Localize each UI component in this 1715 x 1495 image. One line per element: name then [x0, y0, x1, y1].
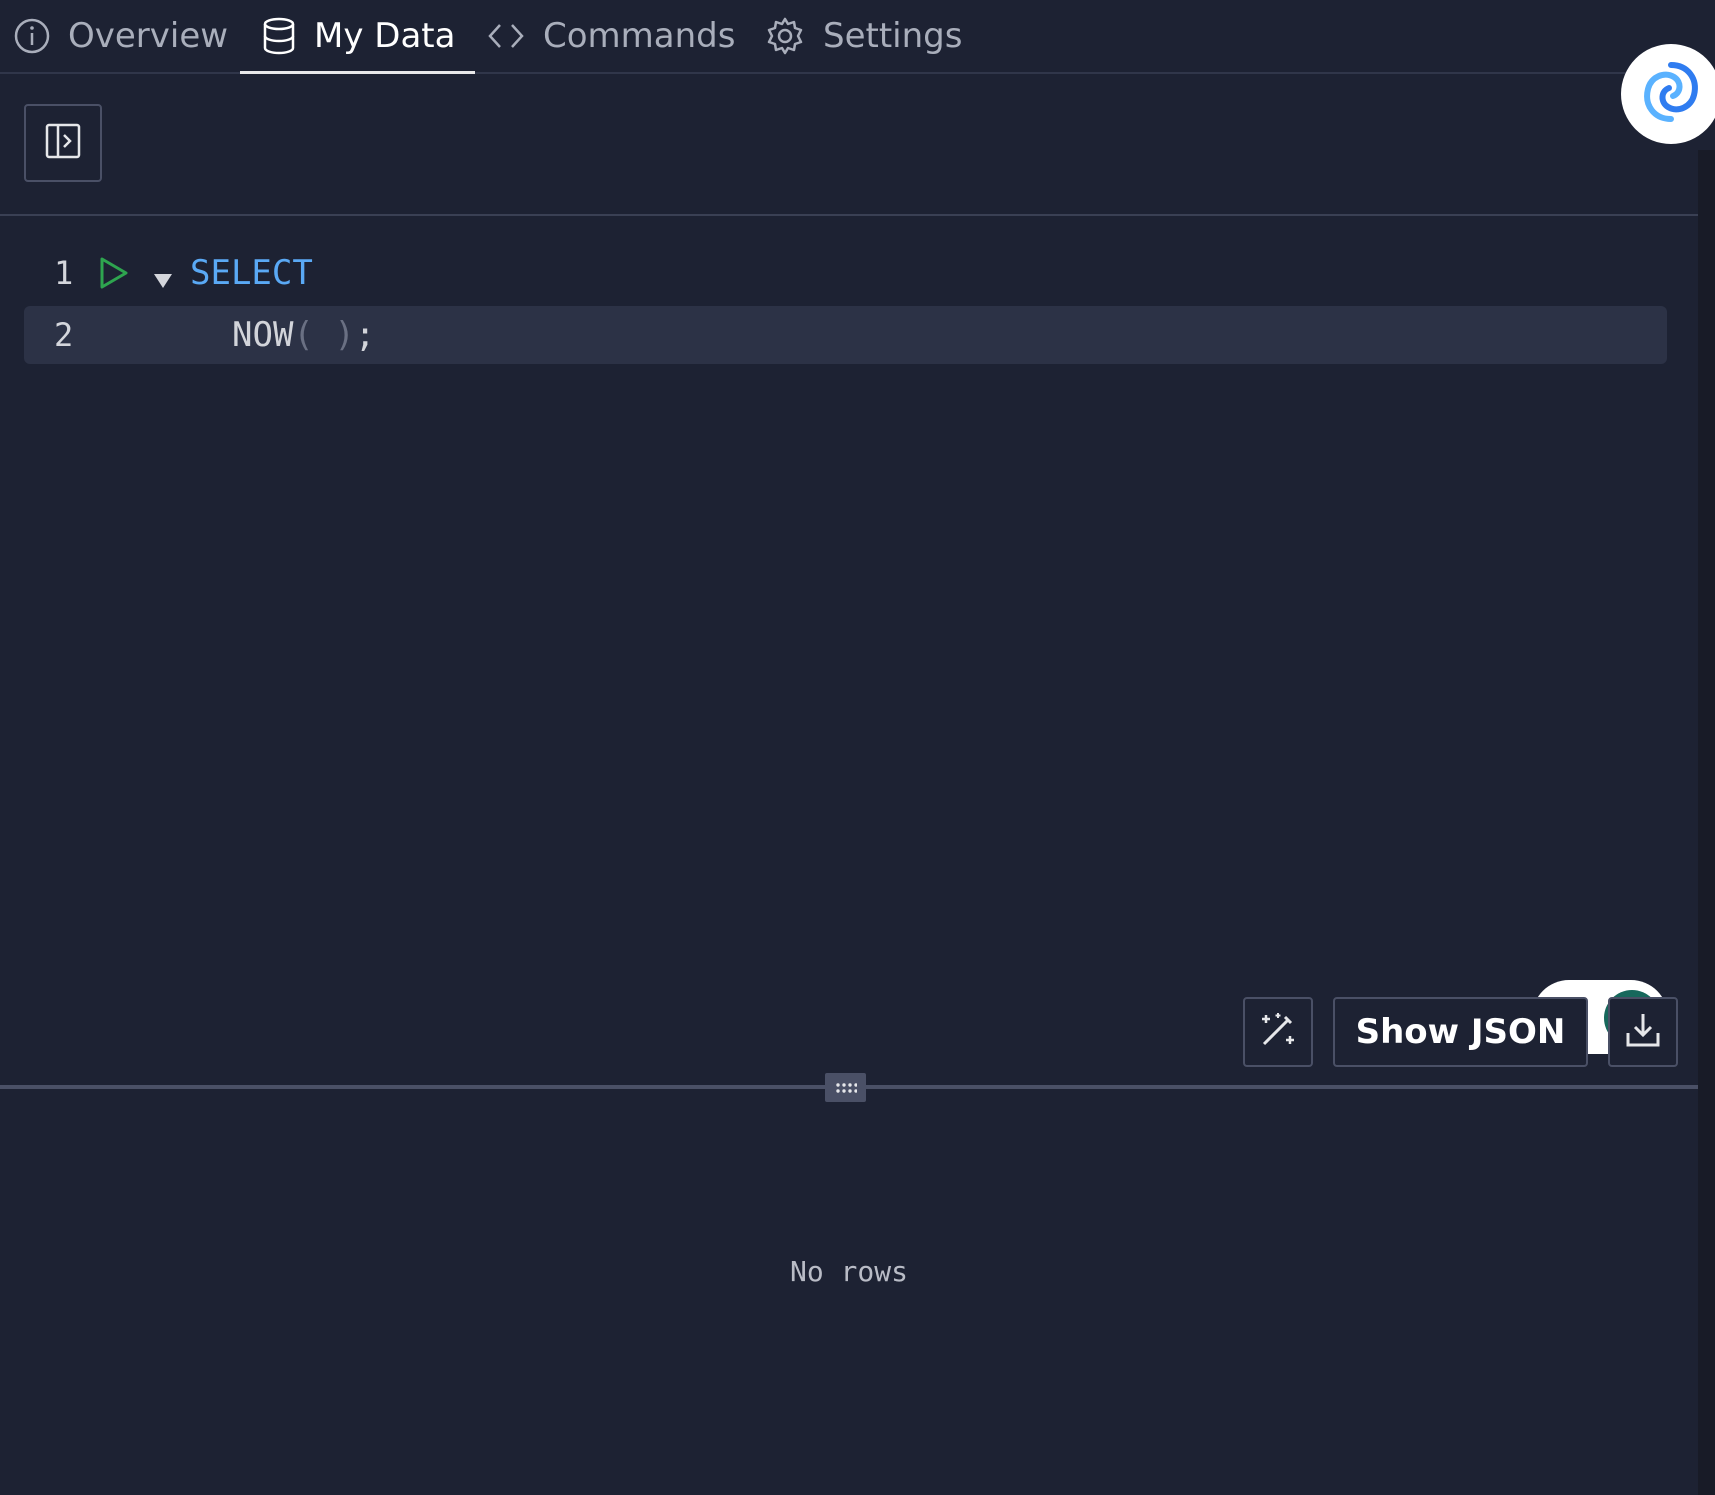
tab-commands[interactable]: Commands — [487, 0, 735, 72]
statement-terminator: ; — [354, 315, 376, 355]
download-icon — [1624, 1011, 1662, 1053]
sidebar-toggle-button[interactable] — [24, 104, 102, 182]
fold-toggle-icon[interactable] — [152, 260, 174, 300]
code-line-1[interactable]: 1 SELECT — [24, 244, 1667, 302]
open-paren: ( — [293, 315, 314, 355]
gear-icon — [765, 16, 805, 56]
sql-expression: NOW( ); — [232, 315, 375, 355]
line-number: 1 — [54, 254, 74, 292]
info-icon — [14, 18, 50, 54]
toolbar-divider — [0, 214, 1698, 216]
assistant-launcher[interactable] — [1621, 44, 1715, 144]
drag-handle-icon[interactable] — [825, 1073, 866, 1102]
expand-panel-icon — [45, 123, 81, 163]
magic-wand-icon — [1258, 1010, 1298, 1054]
tab-my-data[interactable]: My Data — [240, 0, 476, 74]
database-icon — [262, 17, 296, 55]
tab-my-data-label: My Data — [314, 16, 456, 56]
swirl-logo-icon — [1636, 57, 1706, 131]
code-icon — [487, 21, 525, 51]
code-line-2[interactable]: 2 NOW( ); — [24, 306, 1667, 364]
sql-function: NOW — [232, 315, 294, 355]
download-button[interactable] — [1608, 997, 1678, 1067]
vertical-scrollbar[interactable] — [1698, 150, 1715, 1495]
line-number: 2 — [54, 316, 74, 354]
tab-overview-label: Overview — [68, 16, 229, 56]
show-json-button[interactable]: Show JSON — [1333, 997, 1588, 1067]
sql-keyword: SELECT — [190, 253, 313, 293]
tab-settings-label: Settings — [823, 16, 963, 56]
tab-settings[interactable]: Settings — [765, 0, 962, 72]
tab-commands-label: Commands — [543, 16, 736, 56]
run-query-button[interactable] — [98, 256, 130, 299]
tab-bar: Overview My Data Commands Settings — [0, 0, 1698, 74]
ai-assist-button[interactable] — [1243, 997, 1313, 1067]
results-empty-state: No rows — [789, 1255, 908, 1288]
close-paren: ) — [334, 315, 355, 355]
tab-overview[interactable]: Overview — [14, 0, 228, 72]
